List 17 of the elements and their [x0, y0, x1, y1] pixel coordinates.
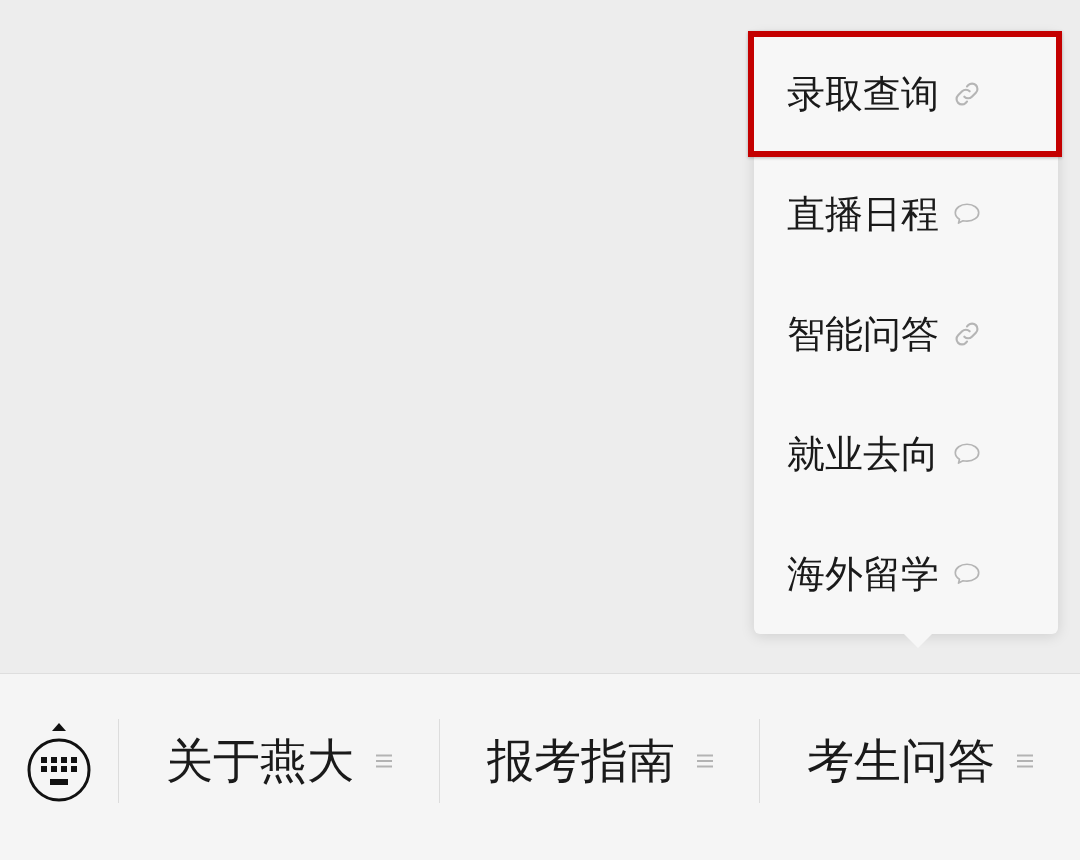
submenu-item[interactable]: 智能问答: [754, 274, 1059, 394]
submenu-item[interactable]: 海外留学: [754, 514, 1059, 634]
menu-icon: [375, 754, 392, 768]
chat-bubble-icon: [954, 202, 981, 226]
chat-bubble-icon: [954, 442, 981, 466]
submenu-item[interactable]: 录取查询: [748, 31, 1063, 157]
chat-bubble-icon: [954, 562, 981, 586]
menu-icon: [696, 754, 713, 768]
menu-button[interactable]: 报考指南: [486, 733, 713, 789]
menu-icon: [1017, 754, 1034, 768]
link-icon: [954, 82, 981, 106]
submenu-item[interactable]: 直播日程: [754, 154, 1059, 274]
keyboard-icon[interactable]: [27, 722, 91, 802]
menu-button[interactable]: 考生问答: [807, 733, 1034, 789]
menu-button[interactable]: 关于燕大: [165, 733, 392, 789]
submenu-item[interactable]: 就业去向: [754, 394, 1059, 514]
link-icon: [954, 322, 981, 346]
